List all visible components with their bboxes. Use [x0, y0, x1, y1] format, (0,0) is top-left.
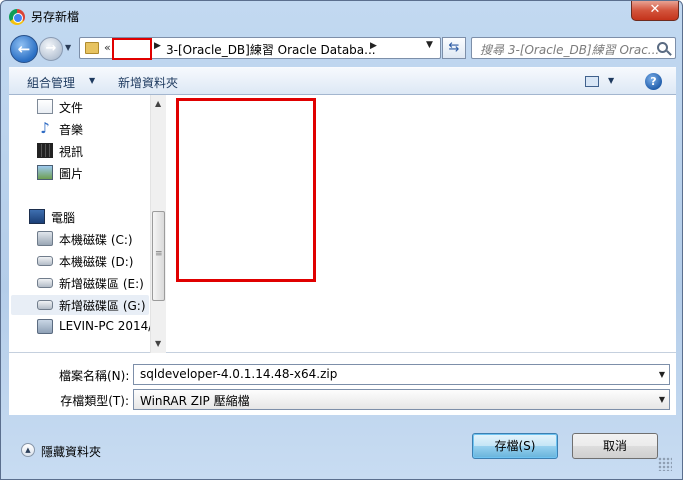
- search-input[interactable]: 搜尋 3-[Oracle_DB]練習 Orac...: [471, 37, 676, 59]
- redacted-region: [176, 98, 316, 282]
- recent-locations-dropdown[interactable]: ▼: [65, 43, 75, 53]
- network-drive-icon: [37, 319, 53, 334]
- nav-item-label: 圖片: [59, 167, 84, 181]
- dialog-footer: ▲ 隱藏資料夾 存檔(S) 取消: [9, 415, 676, 473]
- music-icon: ♪: [40, 119, 50, 137]
- title-bar: 另存新檔 ✕: [1, 1, 682, 31]
- filename-value: sqldeveloper-4.0.1.14.48-x64.zip: [140, 367, 338, 381]
- chevron-down-icon: ▼: [65, 43, 72, 52]
- nav-item-network-drive[interactable]: LEVIN-PC 2014/: [37, 317, 153, 337]
- drive-icon: [37, 300, 53, 310]
- forward-button[interactable]: →: [39, 37, 63, 61]
- save-button[interactable]: 存檔(S): [472, 433, 558, 459]
- nav-item-label: 本機磁碟 (C:): [59, 233, 133, 247]
- drive-icon: [37, 278, 53, 288]
- document-icon: [37, 99, 53, 114]
- nav-item-label: 視訊: [59, 145, 84, 159]
- search-placeholder: 搜尋 3-[Oracle_DB]練習 Orac...: [480, 43, 660, 57]
- save-as-dialog: 另存新檔 ✕ ← → ▼ « ▶ 3-[Oracle_DB]練習 Oracle …: [0, 0, 683, 480]
- command-bar: 組合管理 ▼ 新增資料夾 ▼ ?: [9, 67, 676, 95]
- collapse-icon[interactable]: ▲: [21, 443, 35, 457]
- filetype-select[interactable]: WinRAR ZIP 壓縮檔 ▼: [133, 389, 670, 410]
- filetype-value: WinRAR ZIP 壓縮檔: [140, 394, 250, 408]
- scrollbar-thumb[interactable]: ≡: [152, 211, 165, 301]
- filename-input[interactable]: sqldeveloper-4.0.1.14.48-x64.zip ▼: [133, 364, 670, 385]
- new-folder-button[interactable]: 新增資料夾: [118, 74, 178, 91]
- nav-item-videos[interactable]: 視訊: [37, 141, 137, 161]
- nav-item-label: 電腦: [51, 211, 76, 225]
- folder-icon: [85, 42, 99, 54]
- breadcrumb-separator-icon[interactable]: ▶: [370, 41, 377, 51]
- arrow-left-icon: ←: [17, 40, 31, 58]
- chevron-down-icon[interactable]: ▼: [659, 370, 665, 379]
- address-bar[interactable]: « ▶ 3-[Oracle_DB]練習 Oracle Databa... ▶ ▼: [79, 37, 441, 60]
- filetype-label: 存檔類型(T):: [60, 394, 129, 408]
- nav-item-drive-g[interactable]: 新增磁碟區 (G:): [11, 295, 149, 315]
- change-view-icon[interactable]: [585, 76, 599, 87]
- redacted-breadcrumb: [112, 38, 152, 60]
- arrow-right-icon: →: [45, 41, 57, 56]
- organize-button[interactable]: 組合管理: [27, 74, 75, 91]
- back-button[interactable]: ←: [10, 35, 38, 63]
- file-list[interactable]: [167, 95, 676, 353]
- breadcrumb-overflow[interactable]: «: [104, 41, 111, 54]
- window-title: 另存新檔: [31, 10, 80, 24]
- refresh-button[interactable]: ⇆: [442, 37, 466, 59]
- video-icon: [37, 143, 53, 158]
- chevron-down-icon[interactable]: ▼: [89, 76, 95, 85]
- nav-item-drive-e[interactable]: 新增磁碟區 (E:): [37, 273, 149, 293]
- help-icon[interactable]: ?: [645, 73, 662, 90]
- resize-grip[interactable]: [658, 457, 672, 471]
- hide-folders-button[interactable]: 隱藏資料夾: [41, 443, 101, 460]
- scroll-down-icon[interactable]: ▼: [155, 339, 161, 348]
- nav-scrollbar[interactable]: ▲ ≡ ▼: [150, 95, 166, 353]
- grip-icon: ≡: [155, 249, 163, 259]
- search-icon[interactable]: [657, 42, 668, 53]
- nav-item-drive-c[interactable]: 本機磁碟 (C:): [37, 229, 149, 249]
- nav-item-pictures[interactable]: 圖片: [37, 163, 137, 183]
- nav-item-label: 音樂: [59, 123, 84, 137]
- nav-item-label: 文件: [59, 101, 84, 115]
- nav-item-label: 新增磁碟區 (G:): [59, 299, 146, 313]
- nav-item-music[interactable]: ♪ 音樂: [37, 119, 137, 139]
- nav-item-documents[interactable]: 文件: [37, 97, 137, 117]
- breadcrumb-separator-icon[interactable]: ▶: [154, 41, 161, 51]
- close-button[interactable]: ✕: [631, 1, 679, 21]
- breadcrumb-current-folder[interactable]: 3-[Oracle_DB]練習 Oracle Databa...: [166, 41, 376, 58]
- filename-label: 檔案名稱(N):: [59, 369, 130, 383]
- view-options-dropdown-icon[interactable]: ▼: [608, 76, 614, 85]
- address-dropdown-icon[interactable]: ▼: [426, 40, 433, 50]
- chevron-down-icon[interactable]: ▼: [659, 395, 665, 404]
- nav-item-label: 新增磁碟區 (E:): [59, 277, 144, 291]
- system-drive-icon: [37, 231, 53, 246]
- picture-icon: [37, 165, 53, 180]
- nav-item-computer[interactable]: 電腦: [29, 207, 129, 227]
- nav-item-label: 本機磁碟 (D:): [59, 255, 134, 269]
- computer-icon: [29, 209, 45, 224]
- drive-icon: [37, 256, 53, 266]
- navigation-pane: 文件 ♪ 音樂 視訊 圖片 電腦 本機磁碟 (C:) 本機磁碟 (D:) 新增磁…: [9, 95, 166, 353]
- chrome-icon: [9, 9, 25, 25]
- save-fields: 檔案名稱(N): sqldeveloper-4.0.1.14.48-x64.zi…: [9, 353, 676, 415]
- nav-item-label: LEVIN-PC 2014/: [59, 319, 153, 333]
- browser-content: 文件 ♪ 音樂 視訊 圖片 電腦 本機磁碟 (C:) 本機磁碟 (D:) 新增磁…: [9, 95, 676, 353]
- scroll-up-icon[interactable]: ▲: [155, 99, 161, 108]
- nav-item-drive-d[interactable]: 本機磁碟 (D:): [37, 251, 149, 271]
- cancel-button[interactable]: 取消: [572, 433, 658, 459]
- refresh-icon: ⇆: [448, 40, 460, 55]
